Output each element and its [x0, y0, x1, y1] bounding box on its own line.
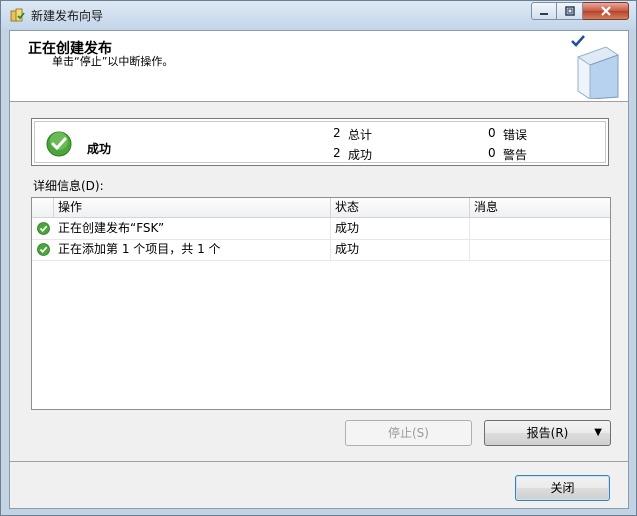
- details-label: 详细信息(D):: [33, 179, 104, 193]
- row-status: 成功: [331, 239, 470, 260]
- row-status: 成功: [331, 218, 470, 239]
- wizard-body: 正在创建发布 单击“停止”以中断操作。 成功 2 总计 2 成功 0 错误 0 …: [9, 30, 629, 509]
- book-check-icon: [571, 35, 619, 99]
- row-action: 正在创建发布“FSK”: [54, 218, 331, 239]
- summary-panel: 成功 2 总计 2 成功 0 错误 0 警告: [31, 118, 609, 166]
- close-button[interactable]: 关闭: [515, 475, 610, 501]
- total-label: 总计: [348, 128, 373, 142]
- summary-status: 成功: [87, 142, 112, 156]
- stop-button[interactable]: 停止(S): [345, 420, 472, 446]
- title-bar[interactable]: 新建发布向导: [1, 1, 636, 29]
- column-header-message[interactable]: 消息: [470, 198, 610, 217]
- close-window-button[interactable]: [583, 2, 629, 20]
- window-title: 新建发布向导: [31, 9, 104, 23]
- column-header-action[interactable]: 操作: [54, 198, 331, 217]
- warning-count: 0: [488, 146, 496, 160]
- minimize-button[interactable]: [531, 2, 557, 20]
- success-check-icon: [46, 131, 72, 157]
- wizard-window: 新建发布向导 正在创建发布 单击“停止”以中断操作。 成功 2 总计 2 成功 …: [0, 0, 637, 516]
- table-row[interactable]: 正在创建发布“FSK” 成功: [32, 218, 610, 240]
- row-message: [470, 218, 610, 239]
- grid-header: 操作 状态 消息: [32, 198, 610, 218]
- report-button-label: 报告(R): [526, 426, 569, 440]
- row-message: [470, 239, 610, 260]
- table-row[interactable]: 正在添加第 1 个项目，共 1 个 成功: [32, 239, 610, 261]
- column-header-status[interactable]: 状态: [331, 198, 470, 217]
- details-grid[interactable]: 操作 状态 消息 正在创建发布“FSK” 成功 正在添加第 1 个项目，共 1 …: [31, 197, 611, 410]
- grid-header-icon-column: [32, 198, 54, 217]
- total-count: 2: [333, 126, 341, 140]
- error-count: 0: [488, 126, 496, 140]
- dropdown-arrow-icon: ▼: [594, 427, 602, 438]
- app-icon: [10, 8, 25, 22]
- page-subtitle: 单击“停止”以中断操作。: [52, 55, 174, 68]
- success-label: 成功: [348, 148, 373, 162]
- error-label: 错误: [503, 128, 528, 142]
- success-check-icon: [37, 222, 50, 235]
- wizard-header: 正在创建发布 单击“停止”以中断操作。: [10, 31, 628, 102]
- maximize-button[interactable]: [557, 2, 583, 20]
- report-button[interactable]: 报告(R) ▼: [484, 420, 611, 446]
- maximize-icon: [564, 6, 575, 16]
- minimize-icon: [540, 13, 548, 15]
- success-check-icon: [37, 243, 50, 256]
- row-action: 正在添加第 1 个项目，共 1 个: [54, 239, 331, 260]
- success-count: 2: [333, 146, 341, 160]
- close-icon: [600, 6, 611, 16]
- warning-label: 警告: [503, 148, 528, 162]
